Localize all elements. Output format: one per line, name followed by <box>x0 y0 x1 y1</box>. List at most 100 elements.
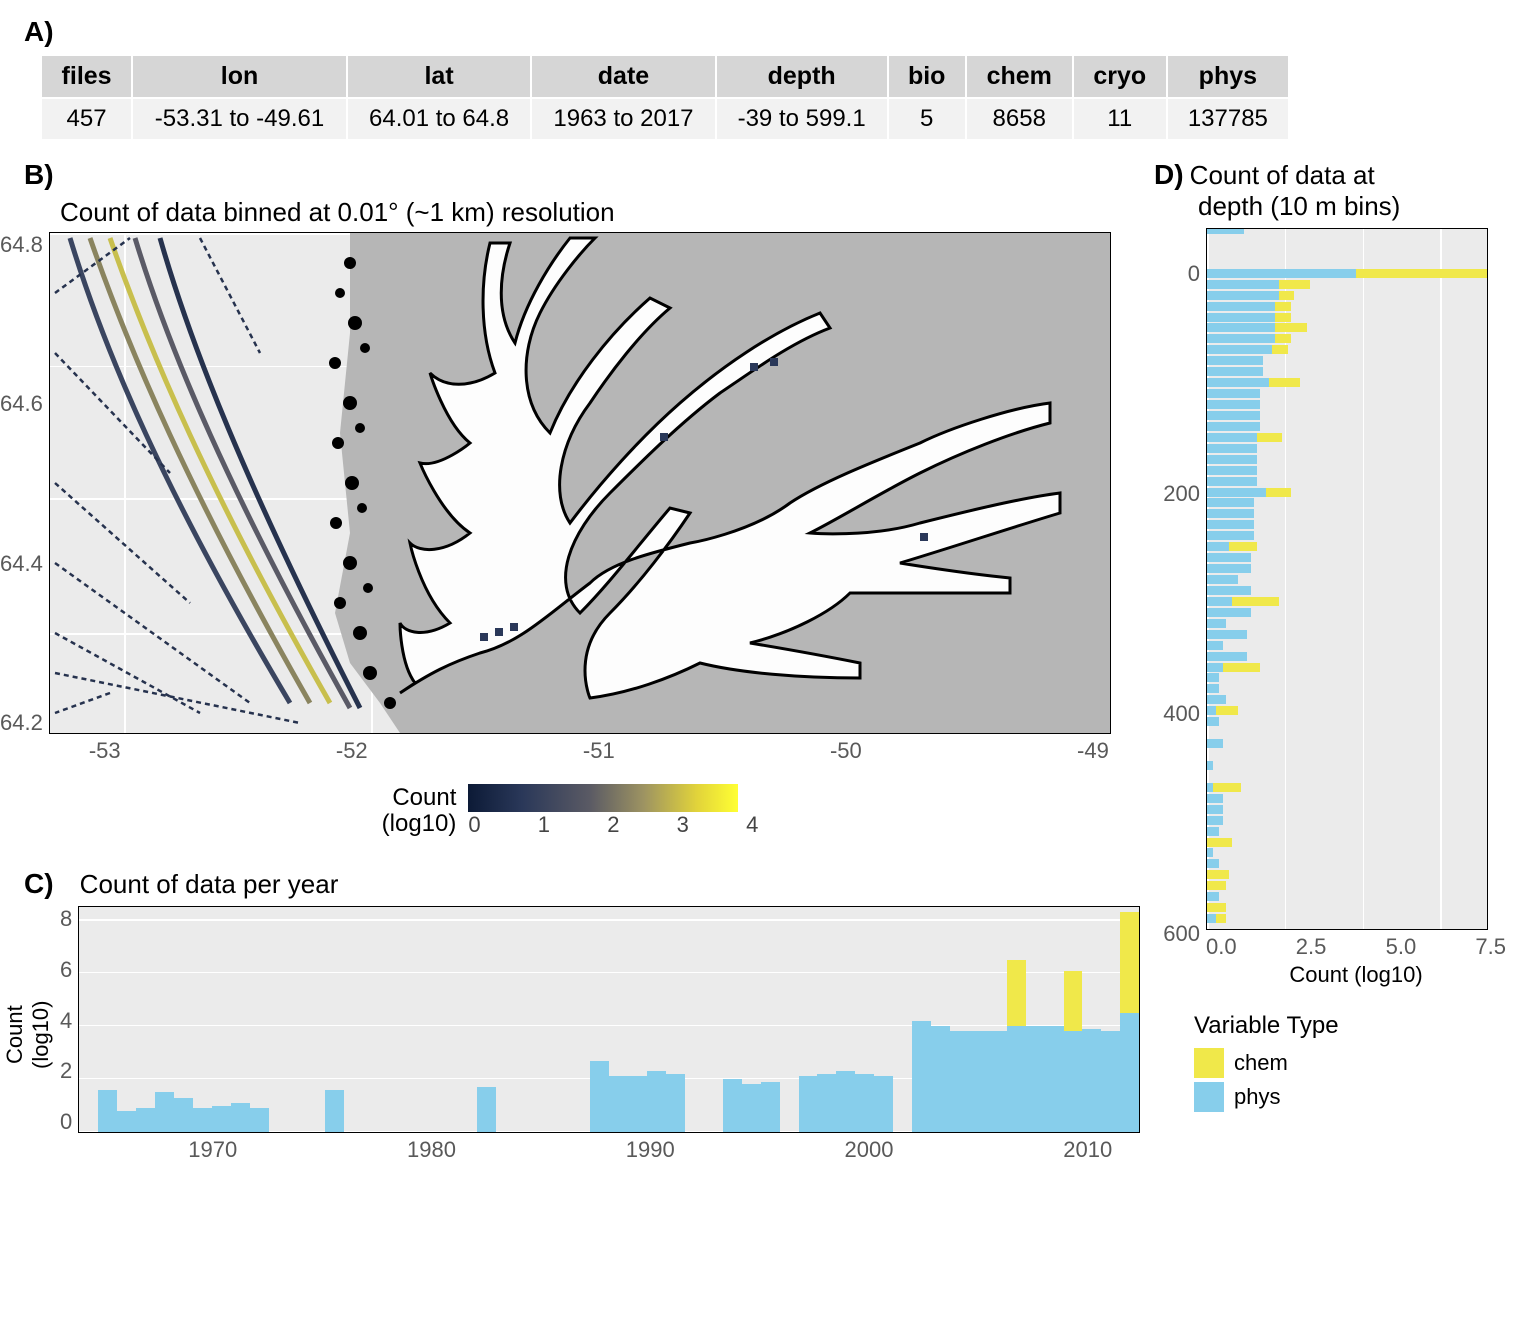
tick: -49 <box>1077 738 1109 764</box>
legend-label: phys <box>1234 1084 1280 1110</box>
tick: 3 <box>677 812 689 838</box>
cell: 457 <box>41 98 132 140</box>
bar-2000 <box>799 1076 818 1132</box>
tick: 0 <box>1188 261 1200 287</box>
panel-d-title-l2: depth (10 m bins) <box>1198 191 1400 221</box>
tick: 1990 <box>626 1137 675 1163</box>
bar-1967 <box>174 1098 193 1132</box>
tick: 2000 <box>845 1137 894 1163</box>
bar-depth-450 <box>1207 761 1213 770</box>
bar-depth-210 <box>1207 498 1254 507</box>
tick: 2010 <box>1063 1137 1112 1163</box>
panel-c-plot <box>78 906 1140 1133</box>
panel-d-xlabel: Count (log10) <box>1206 962 1506 988</box>
tick: 600 <box>1163 921 1200 947</box>
colorbar <box>468 784 738 812</box>
bar-depth-510 <box>1207 827 1219 836</box>
panel-c-ylabel: Count(log10) <box>0 906 56 1163</box>
panel-b-yaxis: 64.864.664.464.2 <box>0 232 49 736</box>
bar-depth-150 <box>1207 433 1282 442</box>
legend-label: chem <box>1234 1050 1288 1076</box>
bar-depth-110 <box>1207 389 1260 398</box>
bar-1996 <box>723 1079 742 1132</box>
bar-depth-270 <box>1207 564 1251 573</box>
bar-depth-140 <box>1207 422 1260 431</box>
tick: 0 <box>468 812 480 838</box>
bar-depth-220 <box>1207 509 1254 518</box>
bar-2014 <box>1064 971 1083 1132</box>
bar-depth-410 <box>1207 717 1219 726</box>
tick: 1970 <box>188 1137 237 1163</box>
cell: -39 to 599.1 <box>716 98 888 140</box>
bar-depth-100 <box>1207 378 1300 387</box>
bar-depth-320 <box>1207 619 1226 628</box>
bar-1998 <box>761 1082 780 1132</box>
panel-b-legend: Count (log10) 01234 <box>0 784 1140 838</box>
tick: 1980 <box>407 1137 456 1163</box>
bar-depth-370 <box>1207 673 1219 682</box>
bar-depth--40 <box>1207 228 1244 234</box>
bar-1971 <box>250 1108 269 1132</box>
bar-depth-580 <box>1207 903 1226 912</box>
tick: 2 <box>607 812 619 838</box>
bar-depth-70 <box>1207 345 1288 354</box>
tick: -53 <box>89 738 121 764</box>
colorbar-ticks: 01234 <box>468 812 758 838</box>
bar-depth-470 <box>1207 783 1241 792</box>
bar-depth-430 <box>1207 739 1223 748</box>
bar-1993 <box>666 1074 685 1132</box>
bar-depth-230 <box>1207 520 1254 529</box>
tick: 4 <box>60 1008 72 1034</box>
cell: 11 <box>1073 98 1167 140</box>
col-files: files <box>41 55 132 98</box>
tick: -51 <box>583 738 615 764</box>
bar-depth-80 <box>1207 356 1263 365</box>
col-phys: phys <box>1167 55 1289 98</box>
bar-1966 <box>155 1092 174 1132</box>
bar-1990 <box>609 1076 628 1132</box>
bar-depth-30 <box>1207 302 1291 311</box>
swatch <box>1194 1082 1224 1112</box>
swatch <box>1194 1048 1224 1078</box>
bar-depth-570 <box>1207 892 1219 901</box>
cell: 8658 <box>966 98 1073 140</box>
cell: 5 <box>888 98 966 140</box>
tick: 0.0 <box>1206 934 1237 960</box>
bar-depth-560 <box>1207 881 1226 890</box>
panel-d-label: D) <box>1154 159 1184 190</box>
col-cryo: cryo <box>1073 55 1167 98</box>
panel-c-label: C) <box>24 868 54 900</box>
bar-2017 <box>1120 912 1139 1132</box>
tick: 64.6 <box>0 391 43 417</box>
tick: 2.5 <box>1296 934 1327 960</box>
panel-a-label: A) <box>24 16 1520 48</box>
bar-depth-120 <box>1207 400 1260 409</box>
bar-depth-590 <box>1207 914 1226 923</box>
bar-depth-180 <box>1207 466 1257 475</box>
bar-2009 <box>969 1031 988 1132</box>
legend-item-chem: chem <box>1194 1048 1524 1078</box>
bar-2011 <box>1007 960 1026 1132</box>
bar-depth-50 <box>1207 323 1307 332</box>
panel-b-xaxis: -53-52-51-50-49 <box>49 734 1109 764</box>
bar-depth-350 <box>1207 652 1247 661</box>
bar-depth-170 <box>1207 455 1257 464</box>
cell: 64.01 to 64.8 <box>347 98 531 140</box>
bar-depth-40 <box>1207 313 1291 322</box>
cell: 137785 <box>1167 98 1289 140</box>
tick: 64.8 <box>0 232 43 258</box>
bar-depth-500 <box>1207 816 1223 825</box>
bar-2016 <box>1101 1031 1120 1132</box>
tick: 6 <box>60 957 72 983</box>
bar-2001 <box>817 1074 836 1132</box>
bar-depth-340 <box>1207 641 1223 650</box>
bar-depth-290 <box>1207 586 1251 595</box>
tick: 1 <box>538 812 550 838</box>
tick: 7.5 <box>1475 934 1506 960</box>
bar-1963 <box>98 1090 117 1132</box>
tick: 0 <box>60 1109 72 1135</box>
bar-1989 <box>590 1061 609 1132</box>
bar-depth-260 <box>1207 553 1251 562</box>
bar-depth-190 <box>1207 477 1257 486</box>
tick: 64.2 <box>0 710 43 736</box>
